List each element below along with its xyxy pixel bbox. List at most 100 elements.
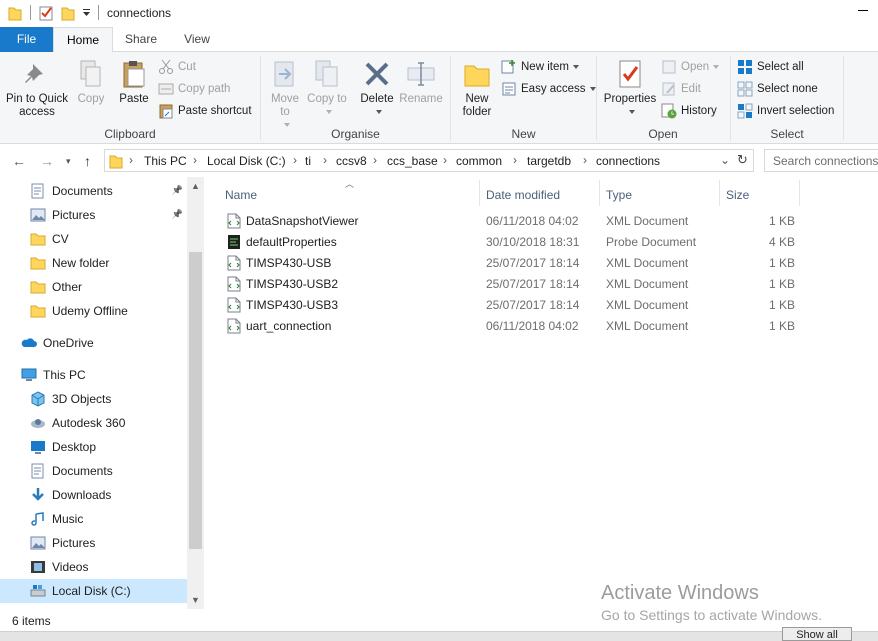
history-button[interactable]: History [661, 101, 717, 121]
nav-item-pictures[interactable]: Pictures [0, 531, 187, 555]
navigation-pane: Local Disk (C:) Videos Pictures Music Downlo… [0, 177, 204, 609]
delete-icon [365, 62, 389, 86]
search-input[interactable]: Search connections [764, 149, 878, 172]
copy-button[interactable]: Copy [74, 58, 108, 106]
tab-file[interactable]: File [0, 27, 53, 52]
breadcrumb-separator-icon[interactable]: › [293, 153, 297, 167]
address-dropdown-icon[interactable]: ⌄ [720, 153, 730, 167]
recent-locations-icon[interactable]: ▾ [66, 156, 71, 167]
back-arrow-icon[interactable]: ← [12, 153, 26, 169]
refresh-icon[interactable]: ↻ [737, 152, 748, 168]
new-item-button[interactable]: New item [501, 57, 579, 77]
nav-item-autodesk-360[interactable]: Autodesk 360 [0, 411, 187, 435]
new-folder-icon [464, 65, 490, 87]
easy-access-button[interactable]: Easy access [501, 79, 596, 99]
delete-button[interactable]: Delete [357, 58, 397, 119]
autodesk-icon [30, 415, 46, 431]
customize-toolbar-icon[interactable] [82, 9, 91, 17]
paste-button[interactable]: Paste [114, 58, 154, 106]
breadcrumb-separator-icon[interactable]: › [193, 153, 197, 167]
breadcrumb-ti[interactable]: ti [305, 154, 311, 168]
new-folder-button[interactable]: New folder [455, 58, 499, 119]
new-folder-quick-icon[interactable] [61, 5, 75, 21]
breadcrumb-targetdb[interactable]: targetdb [527, 154, 571, 168]
edit-button[interactable]: Edit [661, 79, 701, 99]
file-size: 4 KB [769, 235, 796, 249]
xml-file-icon [227, 276, 241, 292]
cut-button[interactable]: Cut [158, 57, 196, 77]
tab-share[interactable]: Share [115, 27, 167, 52]
breadcrumb-ccs-base[interactable]: ccs_base [387, 154, 438, 168]
scroll-down-icon[interactable]: ▼ [191, 595, 200, 605]
nav-item-udemy-offline[interactable]: Udemy Offline [0, 299, 187, 323]
nav-item-onedrive[interactable]: OneDrive [0, 331, 187, 355]
up-arrow-icon[interactable]: ↑ [84, 153, 91, 169]
nav-item-label: Videos [52, 560, 89, 574]
nav-item-music[interactable]: Music [0, 507, 187, 531]
nav-item-cv[interactable]: CV [0, 227, 187, 251]
nav-item-documents[interactable]: Documents [0, 459, 187, 483]
move-to-button[interactable]: Move to [265, 58, 305, 132]
nav-item-new-folder[interactable]: New folder [0, 251, 187, 275]
properties-button[interactable]: Properties [601, 58, 659, 119]
column-header-size[interactable]: Size [720, 180, 800, 210]
open-button[interactable]: Open [661, 57, 720, 77]
copy-to-button[interactable]: Copy to [307, 58, 347, 119]
file-row[interactable]: defaultProperties 30/10/2018 18:31 Probe D… [221, 232, 801, 253]
breadcrumb-connections[interactable]: connections [596, 154, 660, 168]
address-bar[interactable]: › This PC › Local Disk (C:) › ti › ccsv8… [104, 149, 754, 172]
breadcrumb-ccsv8[interactable]: ccsv8 [336, 154, 367, 168]
breadcrumb-common[interactable]: common [456, 154, 502, 168]
paste-shortcut-button[interactable]: Paste shortcut [158, 101, 252, 121]
nav-item-local-disk-c[interactable]: Local Disk (C:) [0, 579, 187, 603]
nav-item-pictures[interactable]: Pictures 📌 [0, 203, 187, 227]
history-icon [661, 103, 677, 119]
file-size: 1 KB [769, 256, 796, 270]
file-row[interactable]: TIMSP430-USB3 25/07/2017 18:14 XML Documen… [221, 295, 801, 316]
file-row[interactable]: uart_connection 06/11/2018 04:02 XML Docum… [221, 316, 801, 337]
nav-item-videos[interactable]: Videos [0, 555, 187, 579]
minimize-button[interactable] [848, 0, 878, 27]
select-none-button[interactable]: Select none [737, 79, 818, 99]
breadcrumb-separator-icon[interactable]: › [513, 153, 517, 167]
file-row[interactable]: TIMSP430-USB2 25/07/2017 18:14 XML Documen… [221, 274, 801, 295]
folder-icon [30, 231, 46, 247]
column-divider[interactable] [799, 180, 800, 206]
column-header-name[interactable]: Name [219, 180, 479, 210]
nav-item-3d-objects[interactable]: 3D Objects [0, 387, 187, 411]
folder-icon [109, 155, 123, 169]
breadcrumb-separator-icon[interactable]: › [583, 153, 587, 167]
nav-item-downloads[interactable]: Downloads [0, 483, 187, 507]
column-header-type[interactable]: Type [600, 180, 719, 210]
file-type: XML Document [606, 277, 689, 291]
breadcrumb-separator-icon[interactable]: › [443, 153, 447, 167]
nav-item-documents[interactable]: Documents 📌 [0, 179, 187, 203]
rename-button[interactable]: Rename [399, 58, 443, 106]
show-all-button[interactable]: Show all [782, 627, 852, 641]
nav-item-other[interactable]: Other [0, 275, 187, 299]
tab-home[interactable]: Home [53, 27, 113, 53]
delete-label: Delete [360, 93, 394, 105]
breadcrumb-separator-icon[interactable]: › [323, 153, 327, 167]
select-all-button[interactable]: Select all [737, 57, 804, 77]
scroll-up-icon[interactable]: ▲ [191, 181, 200, 191]
column-header-date[interactable]: Date modified [480, 180, 599, 210]
properties-quick-icon[interactable] [38, 5, 54, 21]
breadcrumb-this-pc[interactable]: This PC [144, 154, 187, 168]
copy-path-button[interactable]: Copy path [158, 79, 230, 99]
file-row[interactable]: TIMSP430-USB 25/07/2017 18:14 XML Document… [221, 253, 801, 274]
breadcrumb-separator-icon[interactable]: › [373, 153, 377, 167]
file-type: XML Document [606, 298, 689, 312]
nav-item-this-pc[interactable]: This PC [0, 363, 187, 387]
file-date-modified: 25/07/2017 18:14 [486, 277, 580, 291]
nav-item-desktop[interactable]: Desktop [0, 435, 187, 459]
invert-selection-button[interactable]: Invert selection [737, 101, 834, 121]
file-row[interactable]: DataSnapshotViewer 06/11/2018 04:02 XML Do… [221, 211, 801, 232]
xml-file-icon [227, 318, 241, 334]
forward-arrow-icon[interactable]: → [40, 153, 54, 169]
breadcrumb-local-disk[interactable]: Local Disk (C:) [207, 154, 286, 168]
pin-to-quick-access-button[interactable]: Pin to Quick access [2, 58, 72, 119]
breadcrumb-separator-icon[interactable]: › [129, 153, 133, 167]
tab-view[interactable]: View [171, 27, 223, 52]
nav-scrollbar-thumb[interactable] [189, 252, 202, 549]
